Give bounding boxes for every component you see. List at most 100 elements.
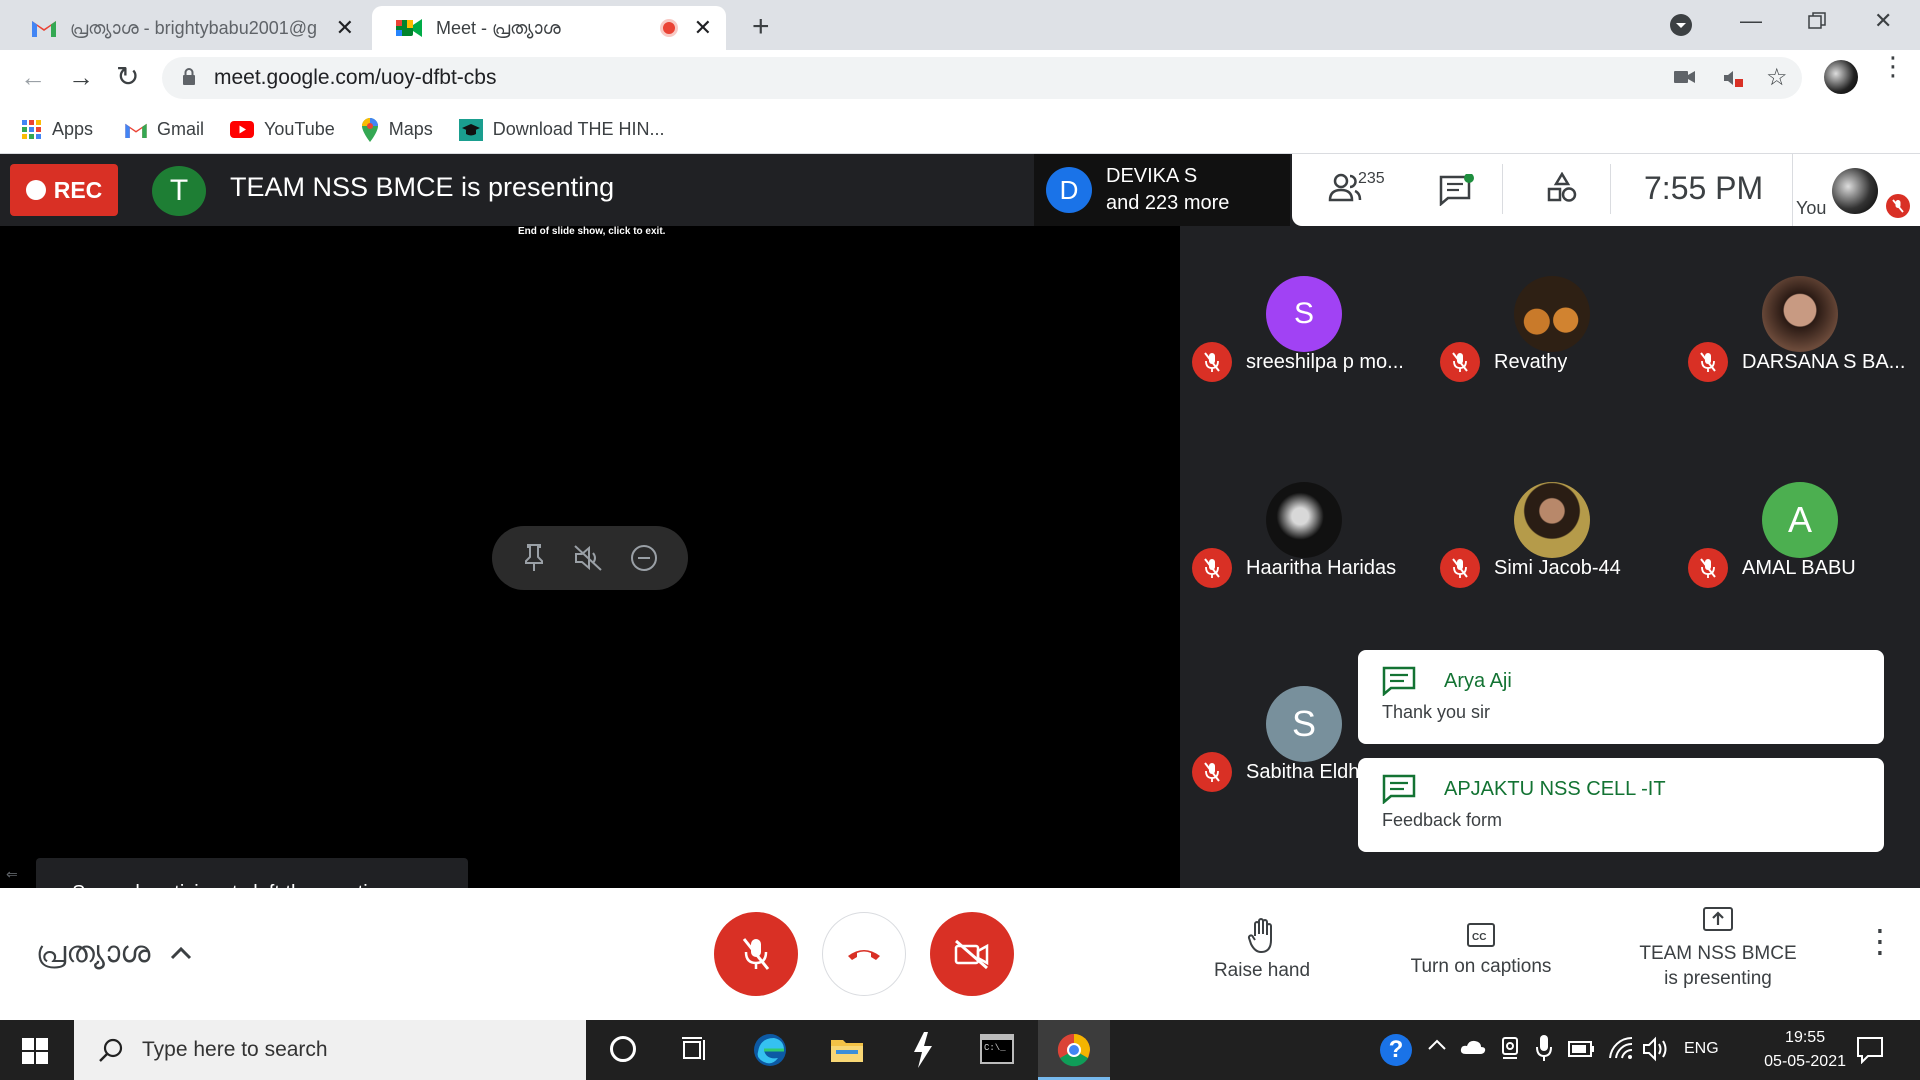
battery-icon[interactable] bbox=[1568, 1040, 1596, 1058]
bookmark-apps[interactable]: Apps bbox=[22, 119, 93, 140]
presentation-stage[interactable]: End of slide show, click to exit. ⇐ bbox=[0, 226, 1180, 888]
recording-badge[interactable]: REC bbox=[10, 164, 118, 216]
camera-toggle-button[interactable] bbox=[930, 912, 1014, 996]
camera-icon[interactable] bbox=[1674, 69, 1696, 85]
chat-notification[interactable]: APJAKTU NSS CELL -IT Feedback form bbox=[1358, 758, 1884, 852]
edge-icon[interactable] bbox=[752, 1032, 788, 1068]
browser-toolbar: ← → ↻ meet.google.com/uoy-dfbt-cbs ☆ ⋮ bbox=[0, 50, 1920, 106]
sound-blocked-icon[interactable] bbox=[1722, 67, 1744, 89]
raise-hand-button[interactable]: Raise hand bbox=[1202, 918, 1322, 982]
participant-tile[interactable]: Simi Jacob-44 bbox=[1428, 456, 1668, 656]
meet-top-bar: REC T TEAM NSS BMCE is presenting D DEVI… bbox=[0, 154, 1920, 226]
leave-call-button[interactable] bbox=[822, 912, 906, 996]
search-icon bbox=[98, 1037, 124, 1063]
notification-center-icon[interactable] bbox=[1856, 1036, 1884, 1064]
reload-icon[interactable]: ↻ bbox=[116, 60, 139, 93]
meet-now-icon[interactable] bbox=[1500, 1036, 1522, 1060]
youtube-icon bbox=[230, 121, 255, 138]
bookmark-gmail[interactable]: Gmail bbox=[125, 119, 204, 140]
wifi-icon[interactable] bbox=[1608, 1036, 1634, 1060]
mic-off-icon bbox=[1688, 548, 1728, 588]
chat-notification[interactable]: Arya Aji Thank you sir bbox=[1358, 650, 1884, 744]
activities-icon[interactable] bbox=[1546, 172, 1578, 204]
chevron-up-icon[interactable] bbox=[1428, 1038, 1446, 1050]
input-language[interactable]: ENG bbox=[1684, 1040, 1719, 1058]
bookmark-youtube[interactable]: YouTube bbox=[230, 119, 335, 140]
forward-icon[interactable]: → bbox=[68, 62, 94, 93]
taskbar-clock[interactable]: 19:55 05-05-2021 bbox=[1764, 1026, 1846, 1074]
participant-tile[interactable]: DARSANA S BA... bbox=[1676, 250, 1916, 450]
close-tab-icon[interactable]: ✕ bbox=[336, 15, 354, 41]
participants-preview[interactable]: D DEVIKA S and 223 more bbox=[1034, 154, 1290, 226]
browser-menu-icon[interactable]: ⋮ bbox=[1880, 53, 1906, 79]
help-icon[interactable]: ? bbox=[1380, 1034, 1412, 1066]
chat-icon[interactable] bbox=[1438, 174, 1474, 206]
profile-avatar[interactable] bbox=[1824, 60, 1858, 94]
bookmark-download-hindu[interactable]: Download THE HIN... bbox=[458, 118, 665, 141]
onedrive-icon[interactable] bbox=[1460, 1038, 1486, 1056]
participant-avatar: S bbox=[1266, 686, 1342, 762]
new-tab-icon[interactable]: + bbox=[752, 10, 770, 44]
presenting-button[interactable]: TEAM NSS BMCE is presenting bbox=[1630, 906, 1806, 991]
apps-grid-icon bbox=[22, 119, 42, 140]
microphone-tray-icon[interactable] bbox=[1536, 1034, 1552, 1062]
participant-tile[interactable]: Revathy bbox=[1428, 250, 1668, 450]
bookmark-label: Gmail bbox=[157, 119, 205, 139]
chat-sender: Arya Aji bbox=[1444, 670, 1512, 692]
participant-avatar: D bbox=[1046, 167, 1092, 213]
participant-photo bbox=[1762, 276, 1838, 352]
arrow-left-icon: ⇐ bbox=[6, 866, 18, 882]
meeting-clock: 7:55 PM bbox=[1644, 170, 1764, 206]
file-explorer-icon[interactable] bbox=[830, 1034, 864, 1064]
presenting-label-line2: is presenting bbox=[1664, 968, 1772, 989]
command-prompt-icon[interactable]: C:\_ bbox=[980, 1034, 1014, 1064]
people-icon[interactable] bbox=[1328, 172, 1362, 202]
participant-tile[interactable]: A AMAL BABU bbox=[1676, 456, 1916, 656]
tile-overlay-controls bbox=[492, 526, 688, 590]
participant-avatar: S bbox=[1266, 276, 1342, 352]
back-icon[interactable]: ← bbox=[20, 62, 46, 93]
close-tab-icon[interactable]: ✕ bbox=[694, 15, 712, 41]
pin-icon[interactable] bbox=[521, 543, 547, 573]
microphone-toggle-button[interactable] bbox=[714, 912, 798, 996]
captions-button[interactable]: CC Turn on captions bbox=[1396, 922, 1566, 978]
app-lightning-icon[interactable] bbox=[912, 1032, 934, 1068]
self-view-avatar[interactable] bbox=[1832, 168, 1878, 214]
taskbar-search-box[interactable]: Type here to search bbox=[74, 1020, 586, 1080]
meeting-details[interactable]: പ്രത്യാശ bbox=[36, 936, 192, 970]
tab-search-icon[interactable] bbox=[1670, 14, 1692, 36]
mic-off-icon bbox=[1192, 548, 1232, 588]
participant-tile[interactable]: Haaritha Haridas bbox=[1180, 456, 1420, 656]
clock-time: 19:55 bbox=[1785, 1029, 1826, 1046]
mic-off-icon bbox=[1192, 752, 1232, 792]
svg-text:C:\_: C:\_ bbox=[984, 1043, 1006, 1053]
mic-off-icon bbox=[741, 936, 771, 972]
minimize-icon[interactable]: — bbox=[1740, 8, 1762, 34]
tab-gmail[interactable]: പ്രത്യാശ - brightybabu2001@g ✕ bbox=[8, 6, 368, 50]
divider bbox=[1502, 164, 1503, 214]
chrome-taskbar-button[interactable] bbox=[1038, 1020, 1110, 1080]
tab-meet[interactable]: Meet - പ്രത്യാശ ✕ bbox=[372, 6, 726, 50]
remove-icon[interactable] bbox=[629, 543, 659, 573]
volume-icon[interactable] bbox=[1642, 1036, 1670, 1062]
maps-pin-icon bbox=[361, 117, 379, 142]
search-placeholder: Type here to search bbox=[142, 1038, 328, 1061]
mute-presenter-icon[interactable] bbox=[573, 544, 603, 572]
divider bbox=[1610, 164, 1611, 214]
cortana-icon[interactable] bbox=[610, 1036, 636, 1062]
address-bar[interactable]: meet.google.com/uoy-dfbt-cbs ☆ bbox=[162, 57, 1802, 99]
restore-icon[interactable] bbox=[1808, 12, 1826, 30]
more-options-icon[interactable]: ⋮ bbox=[1864, 925, 1896, 957]
participant-tile[interactable]: S sreeshilpa p mo... bbox=[1180, 250, 1420, 450]
tab-label: Meet - പ്രത്യാശ bbox=[436, 17, 561, 38]
captions-icon: CC bbox=[1466, 922, 1496, 948]
chrome-icon bbox=[1056, 1032, 1092, 1068]
task-view-icon[interactable] bbox=[680, 1036, 708, 1064]
presenter-avatar: T bbox=[152, 166, 206, 216]
recording-indicator-icon bbox=[660, 19, 678, 37]
bookmark-star-icon[interactable]: ☆ bbox=[1766, 63, 1788, 92]
close-window-icon[interactable]: ✕ bbox=[1874, 8, 1892, 34]
bookmark-label: Maps bbox=[388, 119, 433, 139]
bookmark-maps[interactable]: Maps bbox=[361, 117, 433, 142]
windows-start-icon[interactable] bbox=[22, 1038, 48, 1064]
